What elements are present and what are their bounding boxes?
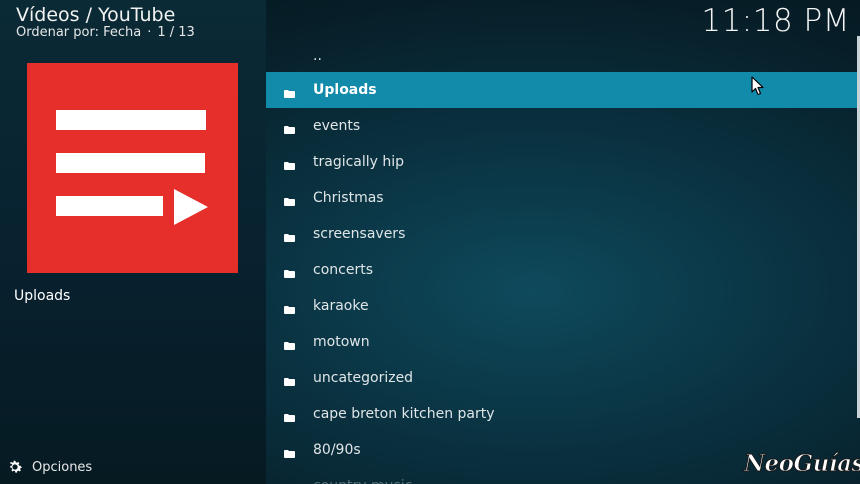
watermark-logo: NeoGuías (744, 450, 860, 478)
list-item[interactable]: events (266, 108, 857, 144)
list-item-label: screensavers (313, 226, 406, 242)
play-icon (174, 189, 208, 225)
left-panel: Vídeos / YouTube Ordenar por: Fecha · 1 / … (0, 0, 266, 484)
list-item-label: Uploads (313, 82, 377, 98)
list-item[interactable]: Uploads (266, 72, 857, 108)
folder-list[interactable]: .. Uploads events tragically hip Christmas s… (266, 36, 857, 484)
folder-icon (284, 446, 295, 458)
folder-icon (284, 302, 295, 314)
list-item-label: Christmas (313, 190, 384, 206)
item-position: 1 / 13 (157, 25, 195, 40)
parent-folder-label: .. (313, 48, 322, 64)
mouse-cursor-icon (751, 76, 764, 96)
list-item-label: tragically hip (313, 154, 405, 170)
options-button[interactable]: Opciones (6, 458, 92, 476)
list-item-label: 80/90s (313, 442, 361, 458)
folder-icon (284, 410, 295, 422)
youtube-playlist-icon (27, 63, 238, 273)
list-item[interactable]: screensavers (266, 216, 857, 252)
folder-icon (284, 230, 295, 242)
list-item-label: country music (313, 478, 412, 484)
list-item-label: cape breton kitchen party (313, 406, 495, 422)
clock: 11:18 PM (701, 3, 850, 39)
separator: · (147, 25, 152, 40)
list-item[interactable]: tragically hip (266, 144, 857, 180)
list-item[interactable]: uncategorized (266, 360, 857, 396)
list-item-label: events (313, 118, 361, 134)
sort-info: Ordenar por: Fecha · 1 / 13 (16, 25, 195, 41)
list-item-label: karaoke (313, 298, 369, 314)
list-item-label: motown (313, 334, 370, 350)
folder-icon (284, 122, 295, 134)
selected-item-title: Uploads (14, 288, 71, 304)
gear-icon (9, 460, 23, 473)
sort-label[interactable]: Ordenar por: Fecha (16, 25, 141, 40)
folder-icon (284, 266, 295, 278)
playlist-line-2 (56, 153, 205, 173)
page-title: Vídeos / YouTube (16, 4, 176, 26)
folder-icon (284, 158, 295, 170)
list-item[interactable]: Christmas (266, 180, 857, 216)
folder-icon (284, 86, 295, 98)
folder-icon (284, 374, 295, 386)
playlist-line-3 (56, 196, 163, 216)
list-item[interactable]: karaoke (266, 288, 857, 324)
folder-icon (284, 338, 295, 350)
list-item[interactable]: concerts (266, 252, 857, 288)
parent-folder-item[interactable]: .. (266, 36, 857, 72)
list-item-label: uncategorized (313, 370, 414, 386)
list-item[interactable]: motown (266, 324, 857, 360)
options-label: Opciones (32, 459, 93, 475)
folder-icon (284, 194, 295, 206)
playlist-line-1 (56, 110, 206, 130)
list-item-label: concerts (313, 262, 373, 278)
list-item[interactable]: cape breton kitchen party (266, 396, 857, 432)
